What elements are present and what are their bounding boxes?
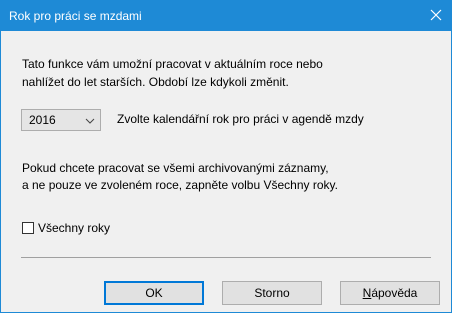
all-years-checkbox[interactable]: [22, 222, 34, 234]
intro-line-1: Tato funkce vám umožní pracovat v aktuál…: [22, 57, 323, 71]
archive-line-1: Pokud chcete pracovat se všemi archivova…: [22, 161, 329, 175]
title-bar: Rok pro práci se mzdami: [1, 1, 451, 31]
close-icon: [430, 9, 442, 24]
ok-button-label: OK: [145, 286, 163, 300]
year-select[interactable]: 2016: [21, 109, 101, 131]
help-button-label-rest: ápověda: [371, 286, 418, 300]
all-years-checkbox-row[interactable]: Všechny roky: [22, 219, 110, 237]
separator: [21, 257, 431, 258]
year-select-label: Zvolte kalendářní rok pro práci v agendě…: [117, 112, 364, 126]
ok-button[interactable]: OK: [104, 281, 204, 305]
help-button[interactable]: Nápověda: [340, 281, 440, 305]
dialog-window: Rok pro práci se mzdami Tato funkce vám …: [0, 0, 452, 313]
intro-line-2: nahlížet do let starších. Období lze kdy…: [22, 75, 289, 89]
help-button-label: Nápověda: [363, 286, 418, 300]
window-title: Rok pro práci se mzdami: [9, 9, 142, 23]
cancel-button-label: Storno: [254, 286, 290, 300]
cancel-button[interactable]: Storno: [222, 281, 322, 305]
intro-text: Tato funkce vám umožní pracovat v aktuál…: [22, 55, 422, 91]
close-button[interactable]: [421, 1, 451, 31]
all-years-label: Všechny roky: [38, 221, 111, 235]
archive-line-2: a ne pouze ve zvoleném roce, zapněte vol…: [22, 178, 338, 192]
year-select-value: 2016: [29, 113, 56, 127]
chevron-down-icon: [85, 115, 95, 125]
help-button-mnemonic: N: [362, 286, 372, 300]
archive-info-text: Pokud chcete pracovat se všemi archivova…: [22, 160, 442, 194]
